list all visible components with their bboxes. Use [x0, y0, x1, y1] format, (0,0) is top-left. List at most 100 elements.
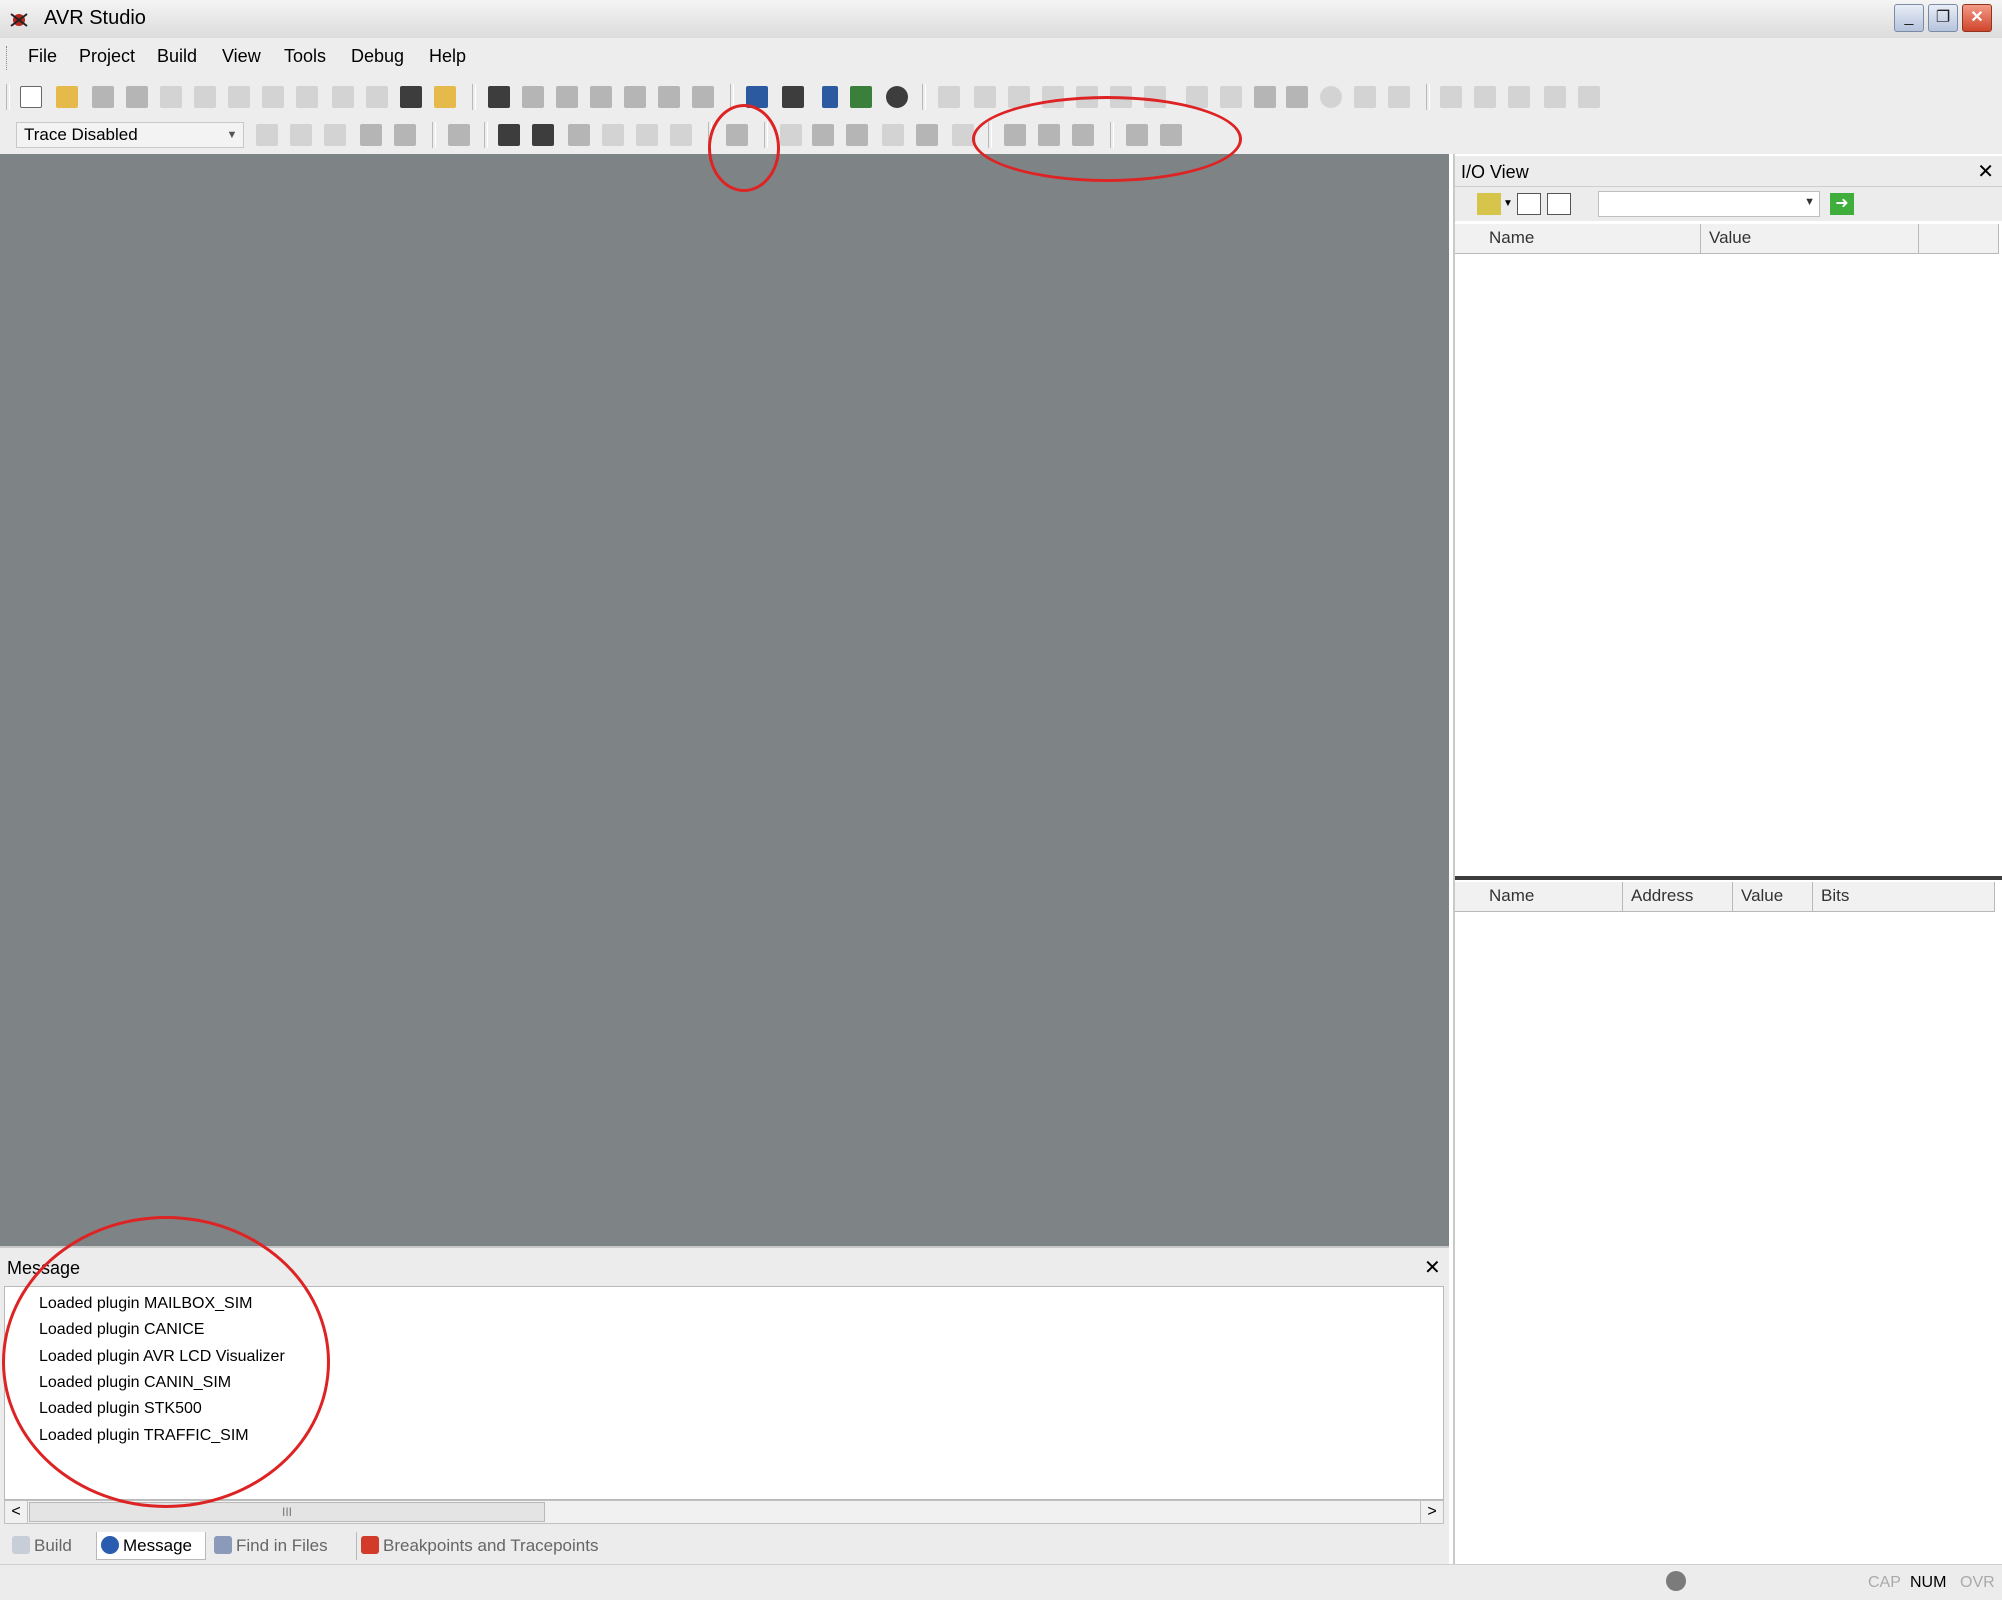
- chevron-down-icon[interactable]: ▼: [1804, 196, 1815, 208]
- avr-chip-icon[interactable]: [532, 124, 554, 146]
- atmel-icon[interactable]: [850, 86, 872, 108]
- trace-clear-icon[interactable]: [290, 124, 312, 146]
- io-settings-icon[interactable]: [1477, 193, 1501, 215]
- fork-icon[interactable]: [602, 124, 624, 146]
- undo-icon[interactable]: [332, 86, 354, 108]
- binary-icon[interactable]: [952, 124, 974, 146]
- disassembler-icon[interactable]: [1286, 86, 1308, 108]
- trace-mode-select[interactable]: Trace Disabled ▼: [16, 122, 244, 148]
- tab-breakpoints[interactable]: Breakpoints and Tracepoints: [356, 1532, 631, 1560]
- io-col-name[interactable]: Name: [1455, 224, 1701, 254]
- list-view-icon[interactable]: [1547, 193, 1571, 215]
- tab-label: Find in Files: [236, 1536, 328, 1555]
- verify-check-icon[interactable]: [882, 124, 904, 146]
- close-icon[interactable]: ✕: [1424, 1255, 1441, 1280]
- scroll-thumb[interactable]: III: [29, 1502, 545, 1522]
- merge-icon[interactable]: [636, 124, 658, 146]
- io-filter-combo[interactable]: ▼: [1598, 191, 1820, 217]
- tree-view-icon[interactable]: [1517, 193, 1541, 215]
- menu-file[interactable]: File: [28, 46, 57, 67]
- close-icon[interactable]: ✕: [1977, 159, 1994, 184]
- reg-col-bits[interactable]: Bits: [1813, 882, 1995, 912]
- find-in-files-icon[interactable]: [434, 86, 456, 108]
- reg-col-address[interactable]: Address: [1623, 882, 1733, 912]
- bookmark-toggle-icon[interactable]: [522, 86, 544, 108]
- trigger-down-icon[interactable]: [360, 124, 382, 146]
- chevron-down-icon[interactable]: ▼: [1503, 193, 1513, 215]
- stk-folder-icon[interactable]: [448, 124, 470, 146]
- clear-breakpoints-icon[interactable]: [1354, 86, 1376, 108]
- bookmark-clear-icon[interactable]: [624, 86, 646, 108]
- menu-build[interactable]: Build: [157, 46, 197, 67]
- toolbar-grip[interactable]: [6, 84, 10, 110]
- menu-tools[interactable]: Tools: [284, 46, 326, 67]
- binoculars-icon[interactable]: [488, 86, 510, 108]
- trace-jump-icon[interactable]: [324, 124, 346, 146]
- battery-icon[interactable]: [822, 86, 838, 108]
- go-arrow-icon[interactable]: ➜: [1830, 193, 1854, 215]
- io-col-value[interactable]: Value: [1701, 224, 1919, 254]
- menubar-grip[interactable]: [6, 46, 10, 70]
- horizontal-scrollbar[interactable]: < III >: [4, 1500, 1444, 1524]
- menu-help[interactable]: Help: [429, 46, 466, 67]
- redo-icon[interactable]: [366, 86, 388, 108]
- breakpoint-icon[interactable]: [1320, 86, 1342, 108]
- menu-view[interactable]: View: [222, 46, 261, 67]
- connect-icon[interactable]: [782, 86, 804, 108]
- cut-icon[interactable]: [160, 86, 182, 108]
- output-tab-bar: Build Message Find in Files Breakpoints …: [0, 1526, 1449, 1564]
- reg-col-value[interactable]: Value: [1733, 882, 1813, 912]
- close-window-button[interactable]: ✕: [1962, 4, 1992, 32]
- memory-view-icon[interactable]: [1474, 86, 1496, 108]
- chip-icon[interactable]: [568, 124, 590, 146]
- refresh-icon[interactable]: [916, 124, 938, 146]
- editor-workspace[interactable]: [0, 154, 1449, 1246]
- registers-icon[interactable]: [1220, 86, 1242, 108]
- io-view-title: I/O View: [1461, 162, 1529, 182]
- indent-icon[interactable]: [658, 86, 680, 108]
- auto-icon[interactable]: [670, 124, 692, 146]
- io-view-icon[interactable]: [1440, 86, 1462, 108]
- toolbar-separator: [432, 122, 436, 148]
- scroll-left-arrow-icon[interactable]: <: [5, 1501, 28, 1523]
- io-splitter[interactable]: [1455, 876, 2002, 880]
- con-chip-icon[interactable]: [498, 124, 520, 146]
- scissors-icon[interactable]: [194, 86, 216, 108]
- io-view-toolbar: ▼ ▼ ➜: [1455, 187, 2002, 221]
- print-icon[interactable]: [296, 86, 318, 108]
- trace-icon[interactable]: [1388, 86, 1410, 108]
- tab-find-in-files[interactable]: Find in Files: [214, 1532, 346, 1560]
- scroll-right-arrow-icon[interactable]: >: [1420, 1501, 1443, 1523]
- open-folder-icon[interactable]: [56, 86, 78, 108]
- tab-build[interactable]: Build: [12, 1532, 98, 1560]
- toggle-window-icon[interactable]: [1578, 86, 1600, 108]
- minimize-button[interactable]: _: [1894, 4, 1924, 32]
- erase-icon[interactable]: [846, 124, 868, 146]
- chevron-down-icon[interactable]: ▼: [223, 123, 241, 147]
- reg-col-name[interactable]: Name: [1455, 882, 1623, 912]
- save-all-icon[interactable]: [126, 86, 148, 108]
- copy-icon[interactable]: [228, 86, 250, 108]
- status-indicator-icon: [1666, 1571, 1686, 1591]
- run-icon[interactable]: [938, 86, 960, 108]
- tab-message[interactable]: Message: [96, 1532, 206, 1560]
- bookmark-next-icon[interactable]: [556, 86, 578, 108]
- menu-debug[interactable]: Debug: [351, 46, 404, 67]
- open-project-icon[interactable]: [812, 124, 834, 146]
- bits-icon[interactable]: [780, 124, 802, 146]
- restore-button[interactable]: ❐: [1928, 4, 1958, 32]
- menu-project[interactable]: Project: [79, 46, 135, 67]
- cycle-counter-icon[interactable]: [1544, 86, 1566, 108]
- stop-icon[interactable]: [974, 86, 996, 108]
- new-file-icon[interactable]: [20, 86, 42, 108]
- trace-filter-icon[interactable]: [256, 124, 278, 146]
- outdent-icon[interactable]: [692, 86, 714, 108]
- bookmark-prev-icon[interactable]: [590, 86, 612, 108]
- save-icon[interactable]: [92, 86, 114, 108]
- windows-icon[interactable]: [400, 86, 422, 108]
- paste-icon[interactable]: [262, 86, 284, 108]
- trigger-up-icon[interactable]: [394, 124, 416, 146]
- processor-view-icon[interactable]: [1508, 86, 1530, 108]
- face-icon[interactable]: [886, 86, 908, 108]
- braces-icon[interactable]: [1254, 86, 1276, 108]
